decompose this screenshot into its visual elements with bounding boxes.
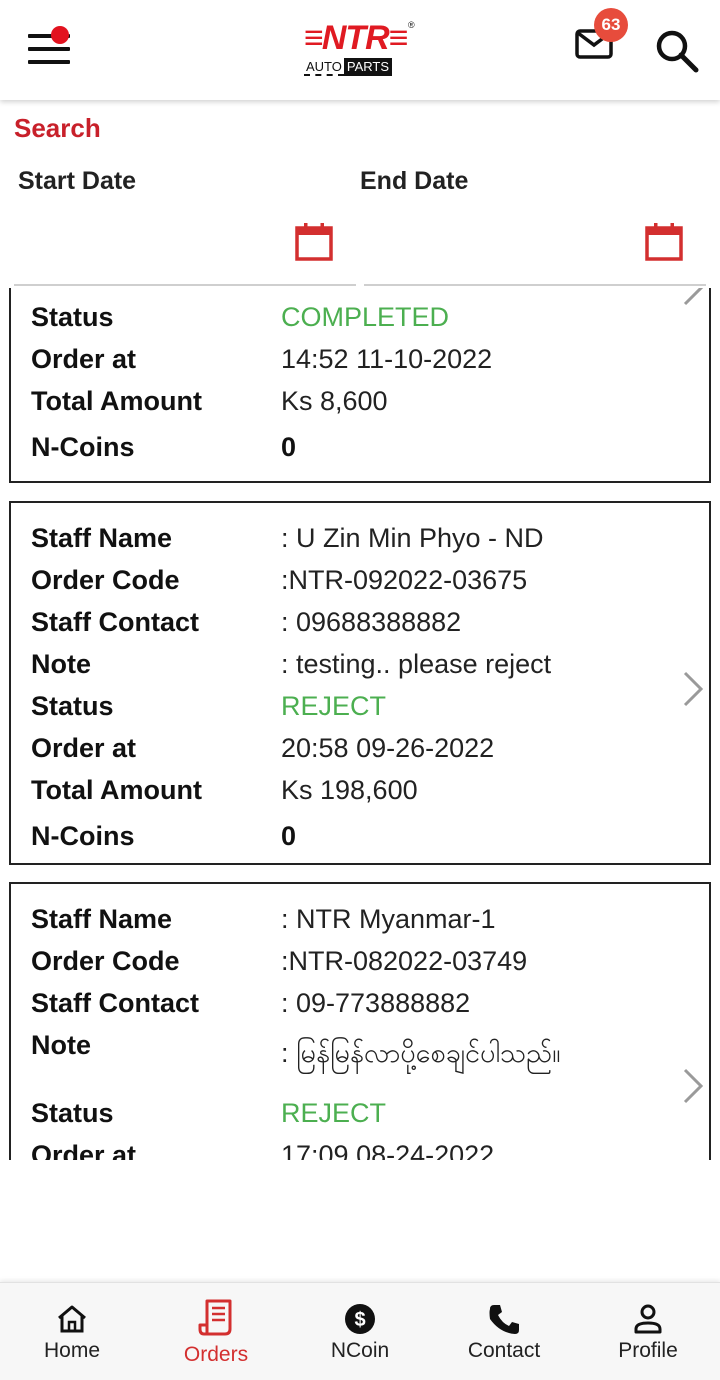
- total-amount-label: Total Amount: [31, 775, 202, 805]
- nav-ncoin-label: NCoin: [330, 1339, 390, 1362]
- order-card[interactable]: Staff Name : NTR Myanmar-1 Order Code :N…: [9, 882, 711, 1160]
- status-label: Status: [31, 302, 114, 332]
- dollar-coin-icon: $: [345, 1304, 375, 1334]
- orders-list[interactable]: Status COMPLETED Order at 14:52 11-10-20…: [0, 288, 720, 1160]
- order-at-value: 20:58 09-26-2022: [281, 733, 495, 763]
- mail-badge: 63: [594, 8, 628, 42]
- nav-orders-label: Orders: [183, 1343, 249, 1366]
- staff-contact-value: : 09-773888882: [281, 988, 471, 1018]
- total-amount-value: Ks 8,600: [281, 386, 388, 416]
- logo-brand: ≡NTR≡: [304, 19, 409, 57]
- menu-icon-bar: [28, 60, 70, 64]
- nav-contact-label: Contact: [467, 1339, 541, 1362]
- note-label: Note: [31, 1030, 91, 1060]
- status-value: COMPLETED: [281, 302, 450, 332]
- svg-text:$: $: [354, 1309, 365, 1331]
- calendar-icon[interactable]: [294, 222, 334, 262]
- logo-parts-text: PARTS: [343, 58, 393, 76]
- status-label: Status: [31, 1098, 114, 1128]
- chevron-right-icon: [683, 288, 704, 306]
- logo-registered-mark: ®: [408, 20, 415, 30]
- status-value: REJECT: [281, 691, 387, 721]
- note-value: : မြန်မြန်လာပို့စေချင်ပါသည်။: [281, 1038, 561, 1068]
- order-at-label: Order at: [31, 344, 137, 374]
- ncoins-value: 0: [281, 432, 297, 462]
- start-date-field[interactable]: [14, 210, 356, 286]
- search-title: Search: [14, 113, 101, 143]
- staff-contact-value: : 09688388882: [281, 607, 462, 637]
- nav-profile-label: Profile: [618, 1339, 678, 1362]
- order-card[interactable]: Status COMPLETED Order at 14:52 11-10-20…: [9, 288, 711, 483]
- ntr-logo: ≡NTR≡ ® AUTO PARTS: [304, 20, 420, 80]
- staff-name-value: : U Zin Min Phyo - ND: [281, 523, 544, 553]
- logo-subtitle: AUTO PARTS: [304, 58, 393, 76]
- order-card[interactable]: Staff Name : U Zin Min Phyo - ND Order C…: [9, 501, 711, 865]
- order-at-value: 14:52 11-10-2022: [281, 344, 493, 374]
- chevron-right-icon[interactable]: [681, 669, 705, 709]
- nav-contact[interactable]: Contact: [432, 1283, 576, 1380]
- end-date-field[interactable]: [364, 210, 706, 286]
- nav-ncoin[interactable]: $ NCoin: [288, 1283, 432, 1380]
- staff-name-value: : NTR Myanmar-1: [281, 904, 496, 934]
- order-code-value: :NTR-092022-03675: [281, 565, 528, 595]
- total-amount-value: Ks 198,600: [281, 775, 418, 805]
- order-code-value: :NTR-082022-03749: [281, 946, 528, 976]
- start-date-label: Start Date: [18, 167, 137, 195]
- note-value: : testing.. please reject: [281, 649, 552, 679]
- menu-button[interactable]: [26, 26, 72, 70]
- logo-brand-text: NTR: [321, 19, 390, 57]
- orders-icon: [198, 1299, 232, 1336]
- staff-contact-label: Staff Contact: [31, 607, 199, 637]
- order-code-label: Order Code: [31, 946, 180, 976]
- status-value: REJECT: [281, 1098, 387, 1128]
- calendar-icon[interactable]: [644, 222, 684, 262]
- nav-orders[interactable]: Orders: [144, 1283, 288, 1380]
- search-button[interactable]: [654, 28, 700, 74]
- profile-icon: [634, 1304, 662, 1334]
- nav-home[interactable]: Home: [0, 1283, 144, 1380]
- end-date-label: End Date: [360, 167, 469, 195]
- total-amount-label: Total Amount: [31, 386, 202, 416]
- staff-name-label: Staff Name: [31, 904, 173, 934]
- order-at-value: 17:09 08-24-2022: [281, 1140, 495, 1160]
- menu-icon-bar: [28, 47, 70, 51]
- ncoins-label: N-Coins: [31, 432, 135, 462]
- staff-name-label: Staff Name: [31, 523, 173, 553]
- order-at-label: Order at: [31, 1140, 137, 1160]
- ncoins-value: 0: [281, 821, 297, 851]
- home-icon: [58, 1305, 86, 1333]
- order-code-label: Order Code: [31, 565, 180, 595]
- logo-auto-text: AUTO: [304, 59, 344, 76]
- logo-brand-tail: ≡: [388, 19, 409, 57]
- nav-profile[interactable]: Profile: [576, 1283, 720, 1380]
- chevron-right-icon[interactable]: [681, 1066, 705, 1106]
- bottom-navigation: Home Orders $ NCoin Contact Profile: [0, 1282, 720, 1380]
- phone-icon: [489, 1305, 519, 1334]
- notification-dot: [51, 26, 69, 44]
- app-header: ≡NTR≡ ® AUTO PARTS 63: [0, 0, 720, 100]
- status-label: Status: [31, 691, 114, 721]
- staff-contact-label: Staff Contact: [31, 988, 199, 1018]
- note-label: Note: [31, 649, 91, 679]
- logo-brand-lines: ≡: [304, 19, 324, 57]
- order-at-label: Order at: [31, 733, 137, 763]
- search-icon: [656, 30, 699, 73]
- nav-home-label: Home: [43, 1339, 101, 1362]
- ncoins-label: N-Coins: [31, 821, 135, 851]
